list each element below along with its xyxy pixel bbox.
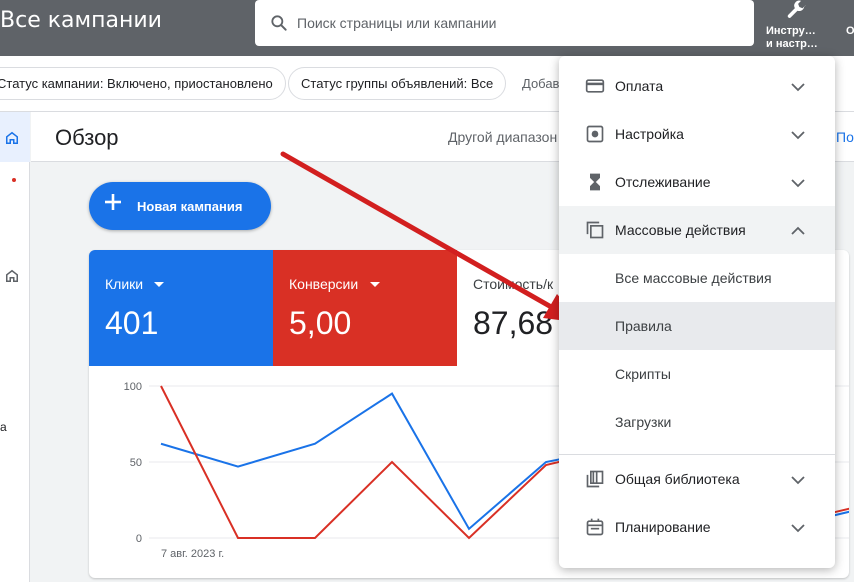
chevron-up-icon — [791, 226, 805, 235]
menu-label: Скрипты — [615, 366, 671, 382]
new-campaign-label: Новая кампания — [137, 199, 243, 214]
chevron-down-icon — [791, 524, 805, 533]
menu-label: Массовые действия — [615, 222, 746, 238]
tools-label: Инстру… и настр… — [766, 25, 828, 51]
metric-label: Клики — [105, 276, 144, 292]
menu-item-shared-library[interactable]: Общая библиотека — [559, 455, 835, 503]
top-bar: Все кампании Инстру… и настр… О — [0, 0, 854, 56]
y-tick-label: 100 — [124, 381, 142, 393]
chevron-down-icon — [791, 476, 805, 485]
copy-stack-icon — [586, 221, 604, 239]
rail-label: а — [0, 420, 7, 434]
metric-clicks[interactable]: Клики 401 — [89, 250, 273, 366]
hourglass-icon — [590, 173, 600, 191]
tools-label-line1: Инстру… — [766, 25, 816, 37]
gear-icon — [586, 125, 604, 143]
tools-label-line2: и настр… — [766, 38, 818, 50]
add-filter-button[interactable]: Добав — [522, 76, 559, 91]
menu-item-payment[interactable]: Оплата — [559, 62, 835, 110]
home-icon[interactable] — [5, 269, 19, 283]
caret-down-icon[interactable] — [154, 282, 164, 287]
search-box[interactable] — [255, 0, 754, 46]
menu-label: Загрузки — [615, 414, 672, 430]
topbar-extra-label[interactable]: О — [846, 25, 854, 37]
metric-value: 401 — [105, 305, 159, 341]
search-icon — [271, 15, 287, 31]
tools-menu: Оплата Настройка Отслеживание Массовые д… — [559, 56, 835, 568]
left-rail: а — [0, 112, 30, 582]
menu-label: Отслеживание — [615, 174, 711, 190]
credit-card-icon — [585, 79, 605, 93]
menu-item-tracking[interactable]: Отслеживание — [559, 158, 835, 206]
menu-subitem-scripts[interactable]: Скрипты — [559, 350, 835, 398]
tools-button[interactable]: Инстру… и настр… — [760, 0, 826, 56]
menu-label: Общая библиотека — [615, 471, 740, 487]
overview-title: Обзор — [55, 125, 119, 150]
x-tick-label: 7 авг. 2023 г. — [161, 548, 224, 560]
menu-item-bulk-actions[interactable]: Массовые действия — [559, 206, 835, 254]
date-range-button[interactable]: Другой диапазон — [448, 129, 557, 145]
home-icon — [5, 131, 19, 145]
notification-dot — [12, 178, 16, 182]
menu-label: Планирование — [615, 519, 711, 535]
menu-subitem-rules[interactable]: Правила — [559, 302, 835, 350]
metric-label: Стоимость/к — [473, 276, 554, 292]
menu-label: Оплата — [615, 78, 664, 94]
y-tick-label: 0 — [136, 533, 142, 545]
menu-item-planning[interactable]: Планирование — [559, 503, 835, 551]
ad-group-status-filter-chip[interactable]: Статус группы объявлений: Все — [288, 67, 507, 100]
plus-icon — [105, 194, 121, 210]
metric-label: Конверсии — [289, 276, 359, 292]
overview-link[interactable]: По — [836, 129, 854, 145]
chevron-down-icon — [791, 179, 805, 188]
chevron-down-icon — [791, 83, 805, 92]
campaign-status-filter-chip[interactable]: Статус кампании: Включено, приостановлен… — [0, 67, 286, 100]
menu-label: Правила — [615, 318, 672, 334]
page-title: Все кампании — [0, 8, 162, 33]
caret-down-icon[interactable] — [370, 282, 380, 287]
menu-label: Все массовые действия — [615, 270, 772, 286]
y-tick-label: 50 — [130, 457, 142, 469]
metric-value: 5,00 — [289, 305, 352, 341]
library-icon — [586, 470, 604, 488]
menu-item-settings[interactable]: Настройка — [559, 110, 835, 158]
menu-label: Настройка — [615, 126, 684, 142]
chevron-down-icon — [791, 131, 805, 140]
search-input[interactable] — [297, 0, 737, 46]
rail-item-overview[interactable] — [0, 112, 30, 162]
menu-subitem-uploads[interactable]: Загрузки — [559, 398, 835, 446]
new-campaign-button[interactable]: Новая кампания — [89, 182, 271, 230]
calendar-icon — [586, 518, 604, 536]
menu-subitem-all-bulk-actions[interactable]: Все массовые действия — [559, 254, 835, 302]
wrench-icon — [787, 0, 806, 18]
metric-conversions[interactable]: Конверсии 5,00 — [273, 250, 457, 366]
